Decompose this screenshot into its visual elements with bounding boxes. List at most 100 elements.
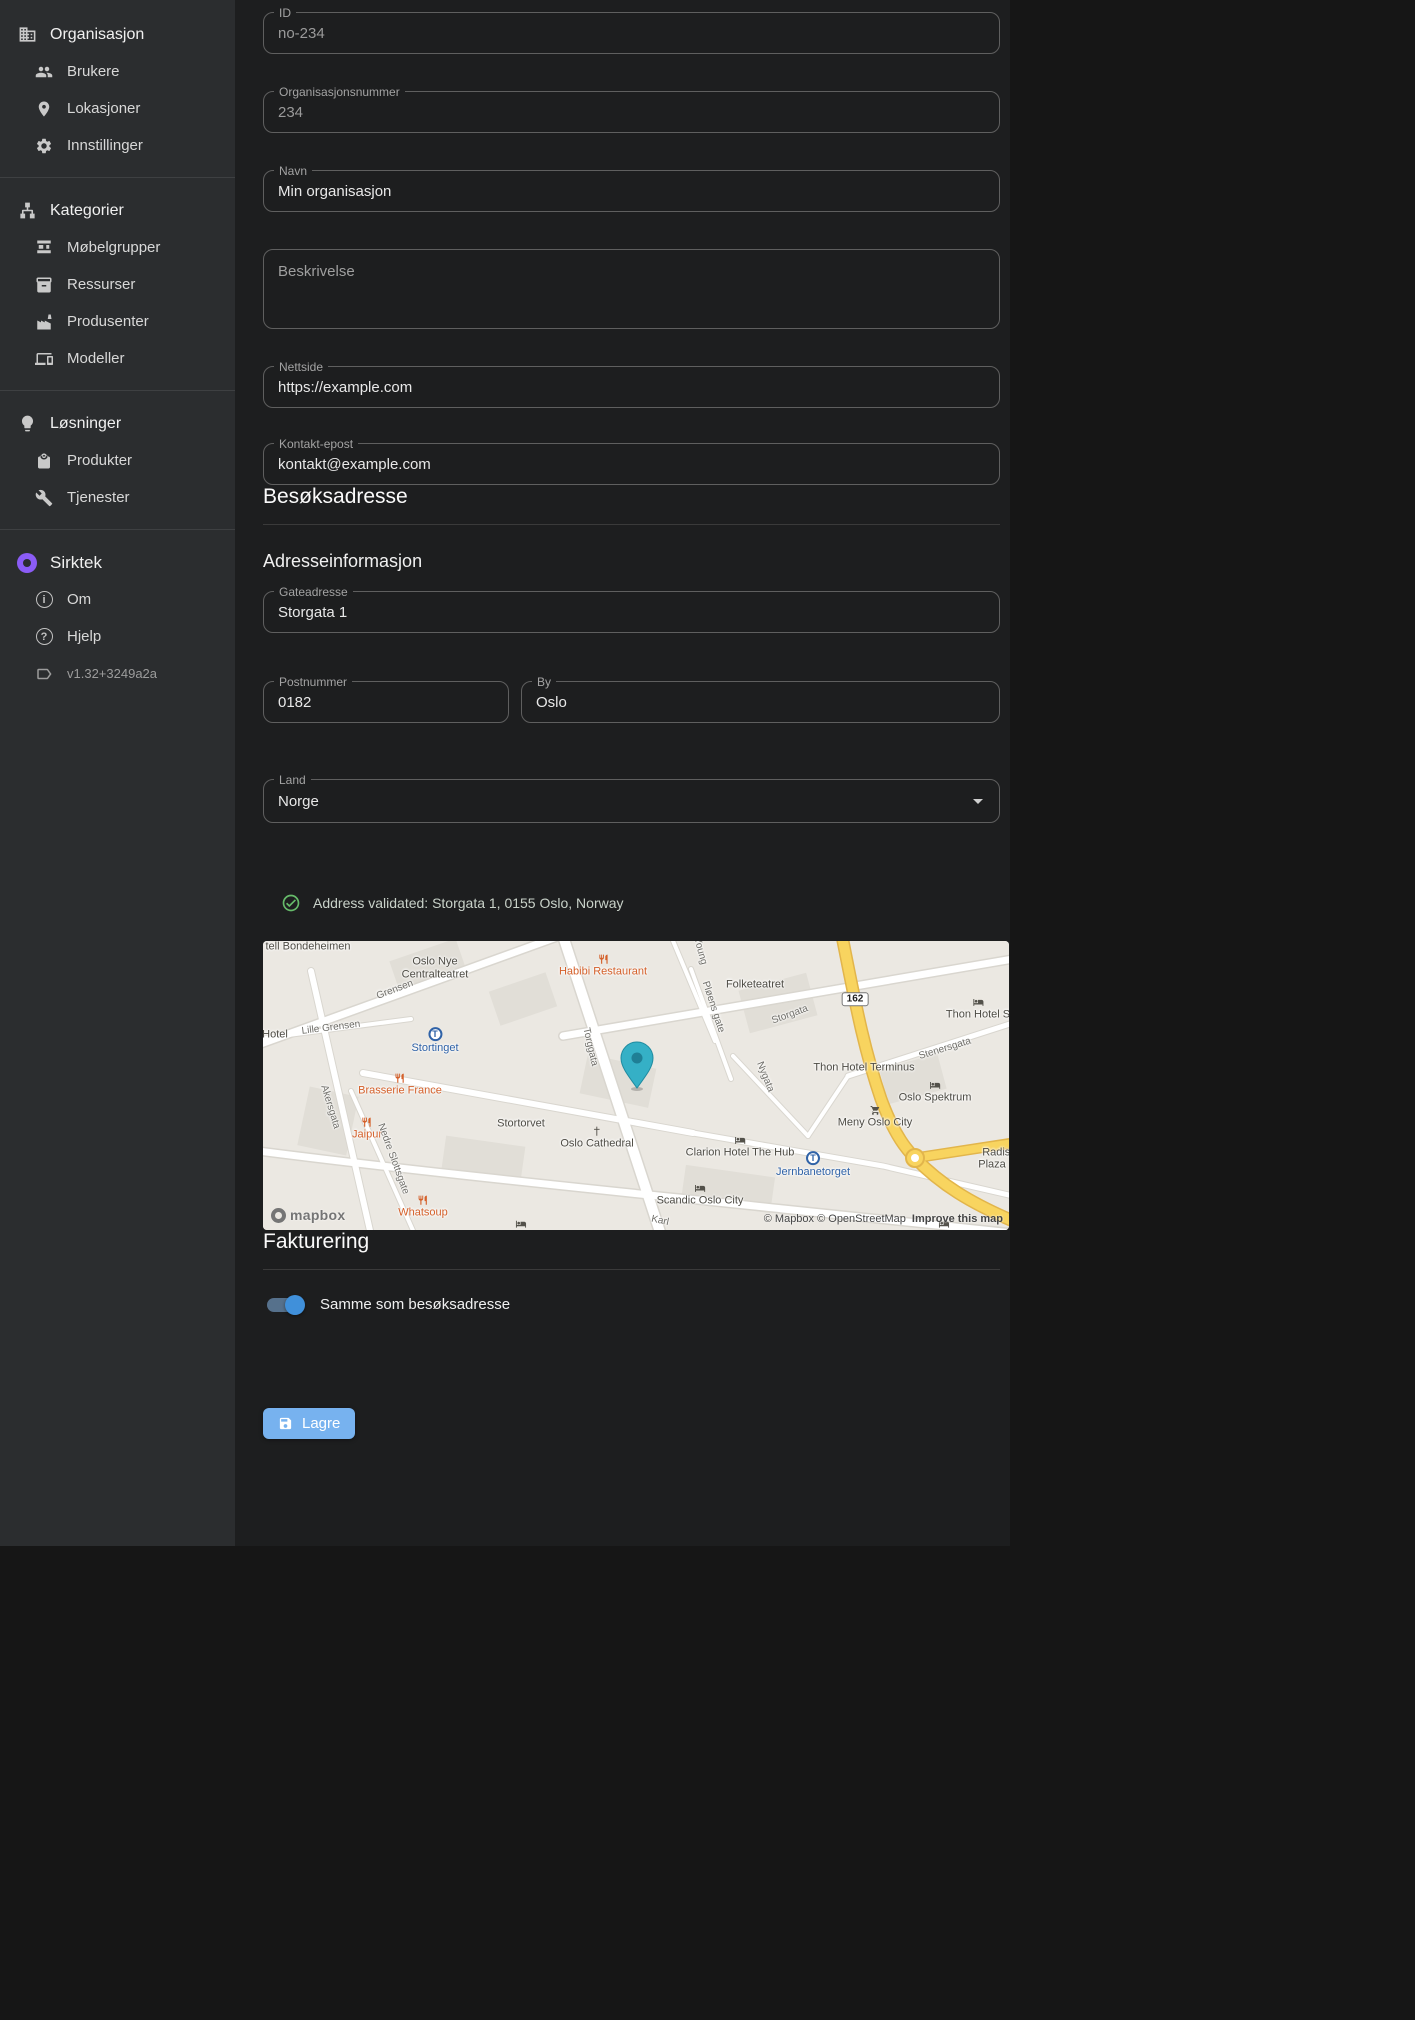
bed-icon (516, 1219, 527, 1230)
map-label: Stenersgata (917, 1035, 973, 1062)
attribution-text[interactable]: © Mapbox © OpenStreetMap (764, 1213, 906, 1225)
country-select[interactable]: Land Norge (263, 772, 1000, 823)
map-label (516, 1219, 527, 1230)
sidebar-section-label: Kategorier (50, 201, 124, 219)
check-circle-icon (282, 894, 300, 912)
sidebar-item-label: Innstillinger (67, 137, 143, 154)
map-label: Grensen (375, 977, 415, 1002)
chevron-down-icon (973, 798, 983, 804)
field-label-country: Land (274, 772, 311, 788)
sidebar-item-brukere[interactable]: Brukere (0, 53, 235, 90)
map-label: Torggata (580, 1026, 600, 1068)
field-id: ID (263, 5, 1000, 54)
sidebar-item-lokasjoner[interactable]: Lokasjoner (0, 90, 235, 127)
bed-icon (972, 997, 983, 1008)
city-input[interactable] (522, 682, 999, 722)
field-city: By (521, 674, 1000, 723)
contact-email-input[interactable] (264, 444, 999, 484)
sidebar-item-modeller[interactable]: Modeller (0, 340, 235, 377)
sidebar-section-organisasjon[interactable]: Organisasjon (0, 16, 235, 53)
name-input[interactable] (264, 171, 999, 211)
field-org-number: Organisasjonsnummer (263, 84, 1000, 133)
sidebar-item-mobelgrupper[interactable]: Møbelgrupper (0, 229, 235, 266)
bed-icon (930, 1080, 941, 1091)
sidebar: Organisasjon Brukere Lokasjoner Innstill… (0, 0, 235, 1546)
field-postal-code: Postnummer (263, 674, 509, 723)
fork-icon (598, 954, 609, 965)
sidebar-item-produkter[interactable]: Produkter (0, 442, 235, 479)
map-label: Stortorvet (497, 1117, 545, 1130)
transit-icon: T (428, 1027, 442, 1042)
sidebar-item-produsenter[interactable]: Produsenter (0, 303, 235, 340)
map-label: Lille Grensen (301, 1018, 361, 1037)
billing-same-address-row: Samme som besøksadresse (263, 1294, 1000, 1315)
fork-icon (394, 1073, 405, 1084)
toggle-thumb (285, 1294, 305, 1315)
website-input[interactable] (264, 367, 999, 407)
map-label: Folketeatret (725, 978, 785, 991)
sidebar-item-label: Lokasjoner (67, 100, 141, 117)
map-label: Oslo Cathedral (560, 1126, 634, 1151)
cart-icon (869, 1105, 880, 1116)
sidebar-brand-sirktek[interactable]: Sirktek (0, 544, 235, 581)
field-label-id: ID (274, 5, 296, 21)
country-select-value: Norge (278, 792, 319, 810)
devices-icon (34, 349, 54, 369)
version-label: v1.32+3249a2a (67, 666, 158, 681)
map-label: Hotel (263, 1028, 288, 1041)
address-validation-status: Address validated: Storgata 1, 0155 Oslo… (281, 893, 1000, 913)
lightbulb-icon (17, 414, 37, 434)
map-label: Oslo Spektrum (899, 1080, 971, 1105)
id-input[interactable] (264, 13, 999, 53)
same-as-visiting-toggle[interactable] (267, 1294, 305, 1315)
sidebar-item-innstillinger[interactable]: Innstillinger (0, 127, 235, 164)
fork-icon (362, 1117, 373, 1128)
building-icon (17, 25, 37, 45)
sidebar-section-kategorier[interactable]: Kategorier (0, 192, 235, 229)
address-map[interactable]: tell Bondeheimen Oslo Nye Centralteatret H… (263, 941, 1009, 1230)
sidebar-item-label: Produkter (67, 452, 133, 469)
factory-icon (34, 312, 54, 332)
field-label-contact-email: Kontakt-epost (274, 436, 359, 452)
street-address-input[interactable] (264, 592, 999, 632)
map-label: Meny Oslo City (838, 1105, 912, 1130)
sidebar-item-ressurser[interactable]: Ressurser (0, 266, 235, 303)
improve-map-link[interactable]: Improve this map (912, 1213, 1003, 1225)
map-label: Whatsoup (398, 1195, 448, 1220)
sidebar-item-tjenester[interactable]: Tjenester (0, 479, 235, 516)
toggle-label: Samme som besøksadresse (320, 1296, 511, 1313)
sidebar-item-label: Ressurser (67, 276, 136, 293)
field-description (263, 249, 1000, 329)
tag-icon (34, 664, 54, 684)
field-label-postal-code: Postnummer (274, 674, 353, 690)
field-website: Nettside (263, 359, 1000, 408)
brand-label: Sirktek (50, 552, 102, 572)
app-window: Organisasjon Brukere Lokasjoner Innstill… (0, 0, 1415, 1546)
shopping-bag-icon (34, 451, 54, 471)
sidebar-item-label: Tjenester (67, 489, 130, 506)
map-label: tell Bondeheimen (265, 941, 351, 953)
map-label: 162 (841, 992, 869, 1006)
sidebar-item-hjelp[interactable]: ? Hjelp (0, 618, 235, 655)
sirktek-logo (17, 552, 37, 573)
field-label-name: Navn (274, 163, 313, 179)
field-label-org-number: Organisasjonsnummer (274, 84, 405, 100)
section-title-billing: Fakturering (263, 1230, 370, 1253)
sidebar-item-label: Brukere (67, 63, 120, 80)
users-icon (34, 62, 54, 82)
map-label: Akersgata (318, 1083, 343, 1131)
organization-form-panel: ID Organisasjonsnummer Navn Nettside Kon… (235, 0, 1010, 1546)
resources-box-icon (34, 275, 54, 295)
validation-message: Address validated: Storgata 1, 0155 Oslo… (313, 895, 624, 911)
postal-city-row: Postnummer By (263, 674, 1000, 779)
mapbox-logo[interactable]: mapbox (271, 1207, 345, 1223)
sidebar-item-om[interactable]: i Om (0, 581, 235, 618)
category-tree-icon (17, 201, 37, 221)
transit-icon: T (806, 1151, 820, 1166)
description-textarea[interactable] (264, 250, 999, 328)
map-label: Thon Hotel Terminus (813, 1061, 915, 1074)
sidebar-section-losninger[interactable]: Løsninger (0, 405, 235, 442)
save-button[interactable]: Lagre (263, 1408, 356, 1439)
save-icon (278, 1416, 293, 1431)
info-icon: i (34, 590, 54, 610)
